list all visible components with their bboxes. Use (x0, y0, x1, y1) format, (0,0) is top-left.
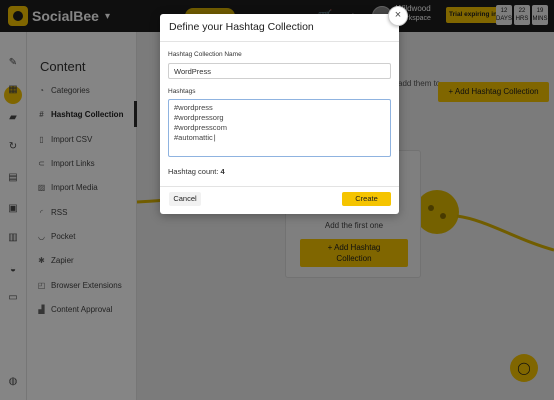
hashtags-label: Hashtags (168, 88, 196, 95)
hashtag-line: #wordpressorg (174, 113, 224, 122)
hashtag-collection-modal: Define your Hashtag Collection Hashtag C… (160, 14, 399, 214)
hashtag-count-value: 4 (220, 167, 225, 176)
hashtag-count-label: Hashtag count: (168, 167, 219, 176)
collection-name-input[interactable] (168, 63, 391, 79)
create-button[interactable]: Create (342, 192, 391, 206)
cancel-button[interactable]: Cancel (169, 192, 201, 206)
modal-divider (160, 41, 399, 42)
hashtag-count: Hashtag count: 4 (168, 167, 225, 176)
collection-name-label: Hashtag Collection Name (168, 51, 242, 58)
hashtag-line: #automattic (174, 133, 385, 143)
hashtag-line: #wordpress (174, 103, 213, 112)
modal-title: Define your Hashtag Collection (169, 21, 314, 33)
hashtag-line: #wordpresscom (174, 123, 227, 132)
hashtags-textarea[interactable]: #wordpress #wordpressorg #wordpresscom #… (168, 99, 391, 157)
modal-footer-divider (160, 186, 399, 187)
close-icon[interactable]: × (388, 6, 408, 26)
